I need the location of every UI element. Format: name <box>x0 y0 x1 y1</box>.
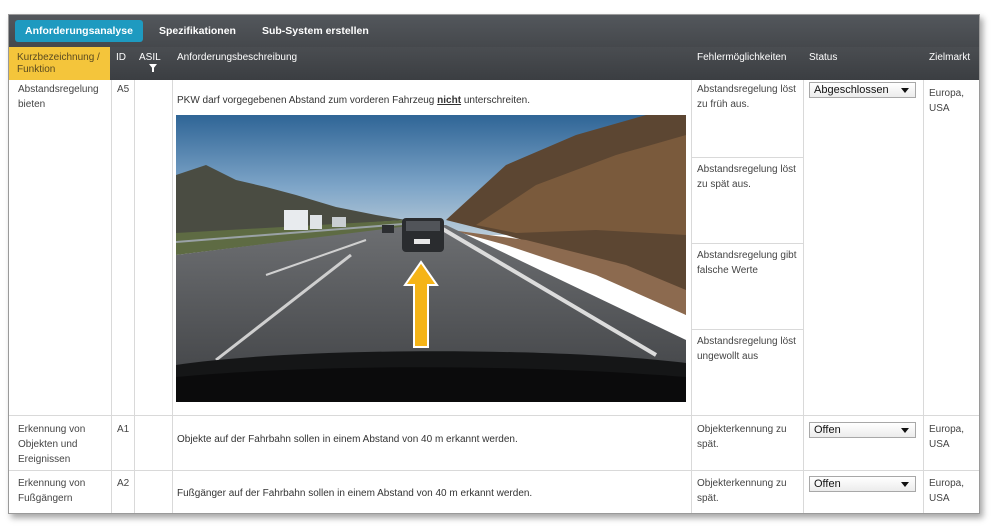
fehler-item: Abstandsregelung löst ungewollt aus <box>697 336 796 362</box>
column-divider <box>172 80 173 513</box>
table-row-a2-description: Fußgänger auf der Fahrbahn sollen in ein… <box>177 488 533 499</box>
table-row-a1-name: Erkennung von Objekten und Ereignissen <box>18 424 86 465</box>
table-row-a2-name: Erkennung von Fußgängern <box>18 478 86 504</box>
status-select-a2[interactable]: Offen <box>809 476 916 492</box>
fehler-item: Abstandsregelung gibt falsche Werte <box>697 250 797 276</box>
column-header-anforderungsbeschreibung[interactable]: Anforderungsbeschreibung <box>177 52 297 64</box>
status-value: Abgeschlossen <box>814 84 889 96</box>
fehler-divider <box>691 329 803 330</box>
column-divider <box>134 80 135 513</box>
fehler-item: Abstandsregelung löst zu spät aus. <box>697 164 796 190</box>
description-emphasis: nicht <box>437 95 462 106</box>
zielmarkt-value: Europa, USA <box>929 424 965 450</box>
filter-icon[interactable] <box>149 64 157 72</box>
zielmarkt-value: Europa, USA <box>929 88 965 114</box>
column-header-kurzbezeichnung[interactable]: Kurzbezeichnung / Funktion <box>9 47 110 80</box>
status-value: Offen <box>814 424 841 436</box>
table-header: Kurzbezeichnung / Funktion ID ASIL Anfor… <box>9 47 979 80</box>
chevron-down-icon[interactable] <box>901 428 909 433</box>
column-divider <box>923 80 924 513</box>
fehler-item: Objekterkennung zu spät. <box>697 424 787 450</box>
status-value: Offen <box>814 478 841 490</box>
fehler-item: Objekterkennung zu spät. <box>697 478 787 504</box>
table-row-a1-id: A1 <box>117 424 130 435</box>
fehler-item: Abstandsregelung löst zu früh aus. <box>697 84 796 110</box>
highway-photo <box>176 115 686 402</box>
table-row-a5-name: Abstandsregelung bieten <box>18 84 99 110</box>
column-divider <box>691 80 692 513</box>
table-row-a2-id: A2 <box>117 478 130 489</box>
row-divider <box>9 470 979 471</box>
chevron-down-icon[interactable] <box>901 88 909 93</box>
table-row-a5-id: A5 <box>117 84 130 95</box>
description-text-end: unterschreiten. <box>461 95 530 106</box>
chevron-down-icon[interactable] <box>901 482 909 487</box>
table-row-a1-description: Objekte auf der Fahrbahn sollen in einem… <box>177 434 518 445</box>
status-select-a5[interactable]: Abgeschlossen <box>809 82 916 98</box>
column-header-asil[interactable]: ASIL <box>139 52 161 64</box>
column-header-status[interactable]: Status <box>809 52 837 64</box>
requirements-window: Anforderungsanalyse Spezifikationen Sub-… <box>8 14 980 514</box>
zielmarkt-value: Europa, USA <box>929 478 965 504</box>
row-divider <box>9 415 979 416</box>
status-select-a1[interactable]: Offen <box>809 422 916 438</box>
fehler-divider <box>691 157 803 158</box>
tab-bar: Anforderungsanalyse Spezifikationen Sub-… <box>9 15 979 47</box>
table-row-a5-description: PKW darf vorgegebenen Abstand zum vorder… <box>177 95 687 106</box>
table-body: Abstandsregelung bieten A5 PKW darf vorg… <box>9 80 979 513</box>
column-header-fehlermoeglichkeiten[interactable]: Fehlermöglichkeiten <box>697 52 787 64</box>
column-header-id[interactable]: ID <box>116 52 126 64</box>
tab-sub-system-erstellen[interactable]: Sub-System erstellen <box>252 20 379 42</box>
description-text-start: PKW darf vorgegebenen Abstand zum vorder… <box>177 95 438 106</box>
highway-photo-svg <box>176 115 686 402</box>
column-divider <box>111 80 112 513</box>
fehler-divider <box>691 243 803 244</box>
column-header-zielmarkt[interactable]: Zielmarkt <box>929 52 970 64</box>
column-divider <box>803 80 804 513</box>
tab-anforderungsanalyse[interactable]: Anforderungsanalyse <box>15 20 143 42</box>
tab-spezifikationen[interactable]: Spezifikationen <box>149 20 246 42</box>
